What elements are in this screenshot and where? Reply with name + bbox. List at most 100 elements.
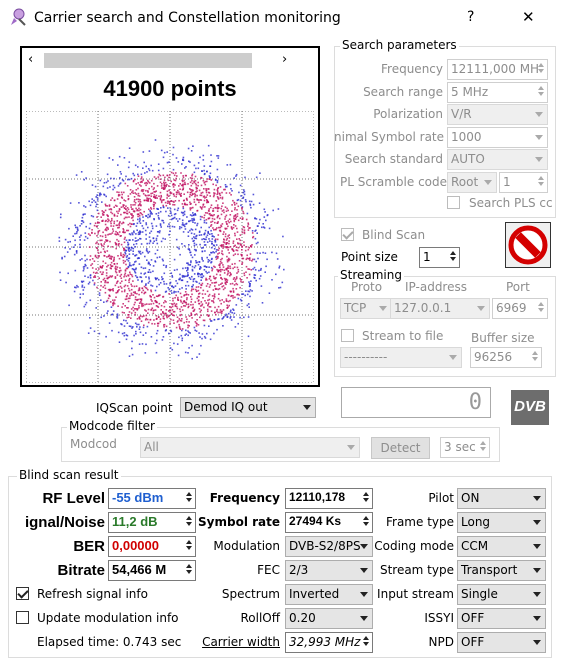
spectrum-select[interactable]: Inverted xyxy=(285,584,373,605)
constellation-point xyxy=(173,310,176,313)
constellation-point xyxy=(125,334,128,336)
constellation-point xyxy=(173,322,175,324)
constellation-point xyxy=(163,305,166,308)
constellation-point xyxy=(245,290,247,292)
constellation-point xyxy=(245,218,248,221)
buffer-size-input[interactable]: 96256 xyxy=(470,347,542,368)
stream-file-select[interactable]: ---------- xyxy=(340,347,462,368)
pilot-select[interactable]: ON xyxy=(457,488,546,509)
constellation-point xyxy=(173,342,175,345)
constellation-point xyxy=(195,184,198,186)
carrier-width-input[interactable]: 32,993 MHz xyxy=(285,632,373,653)
search-pls-checkbox[interactable] xyxy=(447,196,460,209)
constellation-point xyxy=(209,318,211,320)
constellation-point xyxy=(126,216,128,219)
constellation-point xyxy=(138,323,140,326)
constellation-point xyxy=(219,270,222,273)
constellation-point xyxy=(168,223,170,225)
constellation-point xyxy=(177,290,180,293)
constellation-point xyxy=(135,193,138,195)
search-standard-select[interactable]: AUTO xyxy=(447,149,548,170)
search-range-input[interactable]: 5 MHz xyxy=(447,82,548,103)
constellation-point xyxy=(142,190,144,193)
constellation-point xyxy=(134,311,137,314)
iqscan-select[interactable]: Demod IQ out xyxy=(180,397,316,418)
refresh-signal-checkbox[interactable] xyxy=(16,587,29,600)
constellation-point xyxy=(101,239,103,242)
stream-to-file-checkbox[interactable] xyxy=(341,329,354,342)
constellation-point xyxy=(217,249,220,251)
constellation-point xyxy=(202,238,205,240)
scroll-left-arrow[interactable]: ‹ xyxy=(28,52,33,67)
stream-type-select[interactable]: Transport xyxy=(457,560,546,581)
ip-address-select[interactable]: 127.0.0.1 xyxy=(390,298,490,319)
constellation-point xyxy=(185,303,188,306)
frequency-input[interactable]: 12111,000 MH xyxy=(447,59,548,80)
constellation-point xyxy=(104,209,107,212)
constellation-point xyxy=(139,326,141,328)
constellation-point xyxy=(150,284,152,287)
search-range-value: 5 MHz xyxy=(451,85,489,99)
constellation-point xyxy=(112,299,114,301)
constellation-point xyxy=(113,206,115,208)
detect-button[interactable]: Detect xyxy=(371,437,430,459)
constellation-point xyxy=(242,257,245,260)
fec-select[interactable]: 2/3 xyxy=(285,560,373,581)
frame-type-select[interactable]: Long xyxy=(457,512,546,533)
point-size-input[interactable]: 1 xyxy=(419,247,460,268)
constellation-point xyxy=(195,203,197,206)
constellation-point xyxy=(177,189,179,192)
constellation-point xyxy=(98,292,101,294)
constellation-point xyxy=(260,267,262,270)
help-button[interactable]: ? xyxy=(467,9,474,25)
constellation-point xyxy=(132,179,135,182)
constellation-point xyxy=(189,181,192,184)
constellation-point xyxy=(188,220,190,222)
scroll-right-arrow[interactable]: › xyxy=(282,52,287,67)
constellation-point xyxy=(187,147,190,150)
constellation-point xyxy=(198,273,201,275)
npd-value: OFF xyxy=(461,635,485,649)
constellation-point xyxy=(161,219,163,222)
constellation-point xyxy=(185,301,187,304)
modulation-select[interactable]: DVB-S2/8PS xyxy=(285,536,373,557)
polarization-select[interactable]: V/R xyxy=(447,104,548,125)
constellation-point xyxy=(188,347,190,349)
constellation-point xyxy=(127,178,129,181)
npd-select[interactable]: OFF xyxy=(457,632,546,653)
constellation-point xyxy=(265,265,267,268)
constellation-point xyxy=(191,344,193,347)
proto-select[interactable]: TCP xyxy=(340,298,392,319)
constellation-point xyxy=(203,188,205,190)
constellation-point xyxy=(198,189,201,192)
constellation-panel: ‹ › 41900 points xyxy=(20,46,320,387)
coding-mode-select[interactable]: CCM xyxy=(457,536,546,557)
constellation-point xyxy=(193,248,196,251)
constellation-point xyxy=(126,255,129,257)
pl-code-input[interactable]: 1 xyxy=(499,172,548,193)
detect-time-input[interactable]: 3 sec xyxy=(440,437,490,458)
stop-button[interactable] xyxy=(505,222,551,268)
input-stream-select[interactable]: Single xyxy=(457,584,546,605)
pl-mode-select[interactable]: Root xyxy=(447,172,497,193)
update-modulation-checkbox[interactable] xyxy=(16,611,29,624)
rolloff-select[interactable]: 0.20 xyxy=(285,608,373,629)
constellation-point xyxy=(234,253,237,255)
blind-scan-checkbox[interactable] xyxy=(341,228,354,241)
constellation-point xyxy=(187,284,190,287)
constellation-point xyxy=(262,223,264,225)
constellation-point xyxy=(216,268,218,271)
close-button[interactable]: ✕ xyxy=(522,8,535,26)
modcode-select[interactable]: All xyxy=(140,437,360,458)
constellation-point xyxy=(137,218,139,221)
constellation-point xyxy=(229,317,232,319)
symbol-rate-select[interactable]: 1000 xyxy=(447,127,548,148)
issyi-select[interactable]: OFF xyxy=(457,608,546,629)
constellation-point xyxy=(142,216,144,218)
frame-type-value: Long xyxy=(461,515,491,529)
constellation-point xyxy=(234,278,237,281)
constellation-point xyxy=(107,310,109,312)
scrollbar-thumb[interactable] xyxy=(44,53,252,68)
constellation-point xyxy=(124,284,127,287)
port-input[interactable]: 6969 xyxy=(492,298,548,319)
